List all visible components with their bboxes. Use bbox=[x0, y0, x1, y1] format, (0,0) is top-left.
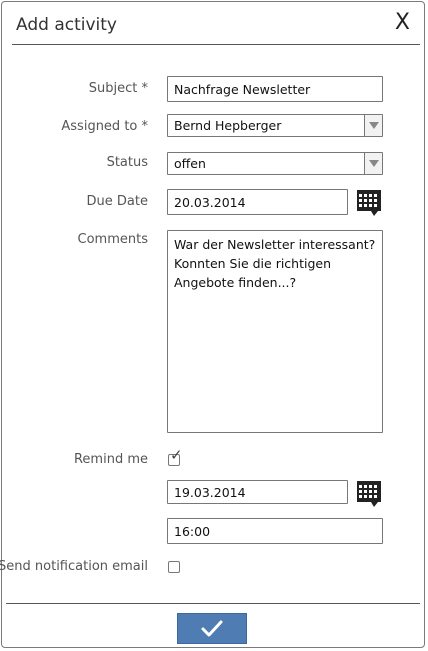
close-icon[interactable]: X bbox=[395, 11, 410, 35]
send-notification-checkbox[interactable] bbox=[168, 561, 180, 573]
subject-input[interactable]: Nachfrage Newsletter bbox=[167, 76, 383, 102]
status-value: offen bbox=[174, 156, 206, 171]
dialog-title: Add activity bbox=[16, 15, 117, 35]
remind-me-checkbox[interactable]: ✓ bbox=[168, 448, 183, 466]
subject-value: Nachfrage Newsletter bbox=[174, 81, 311, 97]
assigned-to-label: Assigned to * bbox=[61, 119, 148, 134]
assigned-to-select[interactable]: Bernd Hepberger bbox=[167, 114, 383, 137]
calendar-icon[interactable] bbox=[356, 189, 383, 217]
comments-label: Comments bbox=[77, 232, 148, 247]
send-notification-label: Send notification email bbox=[0, 559, 148, 574]
header-divider bbox=[12, 44, 420, 45]
checkmark-icon bbox=[201, 620, 223, 636]
subject-label: Subject * bbox=[88, 81, 148, 96]
footer-divider bbox=[6, 603, 420, 604]
due-date-label: Due Date bbox=[86, 194, 148, 209]
remind-time-input[interactable]: 16:00 bbox=[167, 518, 383, 544]
remind-date-input[interactable]: 19.03.2014 bbox=[167, 480, 348, 504]
submit-button[interactable] bbox=[177, 613, 247, 644]
chevron-down-icon[interactable] bbox=[364, 153, 382, 174]
due-date-input[interactable]: 20.03.2014 bbox=[167, 189, 348, 215]
status-select[interactable]: offen bbox=[167, 152, 383, 175]
check-icon: ✓ bbox=[170, 446, 183, 464]
remind-time-value: 16:00 bbox=[174, 523, 211, 539]
calendar-icon[interactable] bbox=[356, 480, 383, 508]
status-label: Status bbox=[106, 155, 148, 170]
remind-me-label: Remind me bbox=[73, 452, 148, 467]
assigned-to-value: Bernd Hepberger bbox=[174, 118, 282, 133]
remind-date-value: 19.03.2014 bbox=[174, 484, 246, 500]
comments-textarea[interactable] bbox=[167, 230, 383, 433]
add-activity-dialog: Add activity X Subject * Nachfrage Newsl… bbox=[0, 1, 425, 648]
chevron-down-icon[interactable] bbox=[364, 115, 382, 136]
due-date-value: 20.03.2014 bbox=[174, 194, 246, 210]
